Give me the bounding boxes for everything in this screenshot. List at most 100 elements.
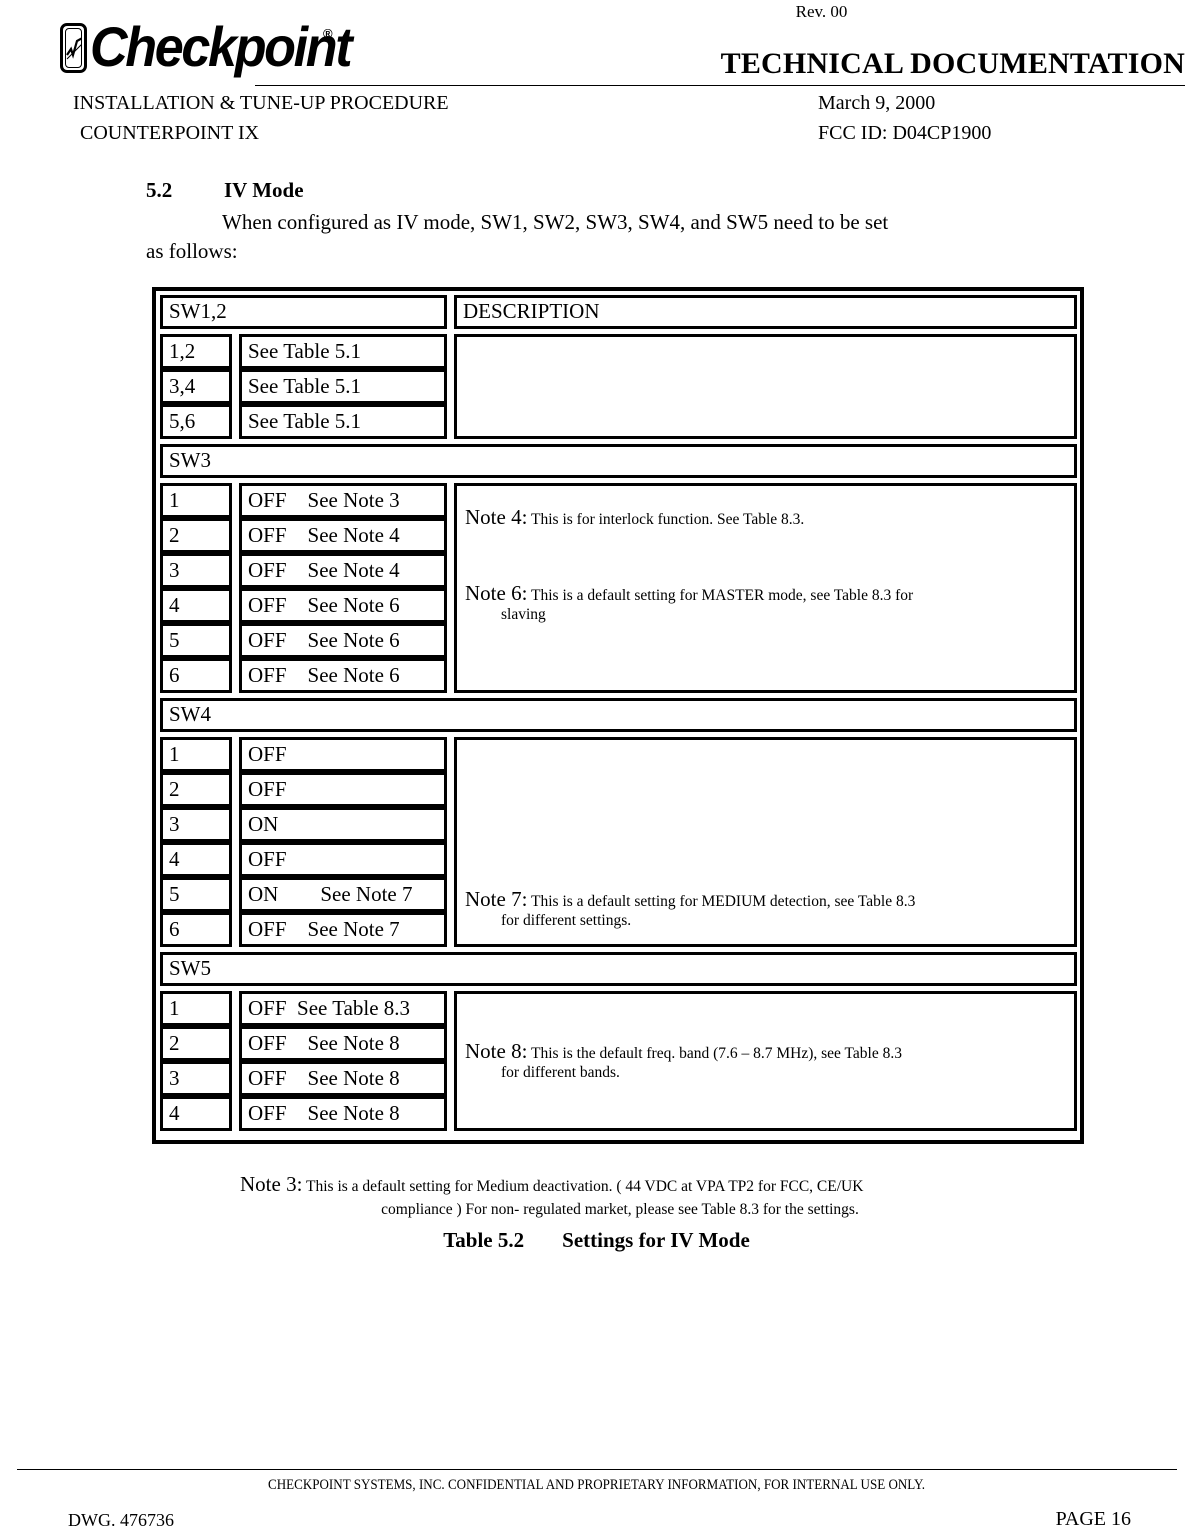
switch-number-cell: 2 xyxy=(160,1026,232,1061)
tag-icon xyxy=(60,23,87,73)
note-text-continuation: for different bands. xyxy=(501,1064,620,1081)
switch-value-column: OFF OFF ON OFF ON See Note 7 OFF See Note 7 xyxy=(239,737,447,947)
note-text: This is a default setting for MASTER mod… xyxy=(531,587,914,604)
switch-number-cell: 1,2 xyxy=(160,334,232,369)
switch-value-cell: ON See Note 7 xyxy=(239,877,447,912)
switch-group-label: SW4 xyxy=(160,698,1077,732)
switch-number-column: 1,2 3,4 5,6 xyxy=(160,334,232,439)
description-cell: Note 7: This is a default setting for ME… xyxy=(454,737,1077,947)
switch-number-cell: 6 xyxy=(160,658,232,693)
switch-value-cell: OFF See Note 6 xyxy=(239,623,447,658)
switch-block-body: 1 2 3 4 OFF See Table 8.3 OFF See Note 8 OFF S… xyxy=(160,991,1077,1131)
switch-number-cell: 5 xyxy=(160,877,232,912)
switch-block-header: SW5 xyxy=(160,952,1077,986)
fcc-id: FCC ID: D04CP1900 xyxy=(818,122,992,144)
footnote-note-3: Note 3: This is a default setting for Me… xyxy=(240,1173,1090,1221)
logo-wordmark: Checkpoint xyxy=(90,15,353,78)
switch-value-column: OFF See Table 8.3 OFF See Note 8 OFF See N… xyxy=(239,991,447,1131)
section-title: IV Mode xyxy=(224,178,304,202)
switch-value-cell: OFF xyxy=(239,772,447,807)
switch-block: SW3 1 2 3 4 5 6 OFF See Note 3 OFF See Note 4 OFF… xyxy=(160,444,1077,693)
note-text: This is a default setting for MEDIUM det… xyxy=(531,893,916,910)
description-column-header: DESCRIPTION xyxy=(454,295,1077,329)
switch-settings-columns: 1 2 3 4 5 6 OFF OFF ON OFF ON See Note 7 OFF See No… xyxy=(160,737,454,947)
switch-value-cell: OFF See Note 3 xyxy=(239,483,447,518)
switch-value-cell: OFF See Note 4 xyxy=(239,553,447,588)
footnote-line-2: compliance ) For non- regulated market, … xyxy=(381,1201,859,1218)
switch-value-cell: ON xyxy=(239,807,447,842)
switch-block-header: SW4 xyxy=(160,698,1077,732)
document-date: March 9, 2000 xyxy=(818,92,936,114)
switch-value-cell: See Table 5.1 xyxy=(239,369,447,404)
table-caption-text: Settings for IV Mode xyxy=(562,1228,750,1252)
note-text-continuation: slaving xyxy=(501,606,546,623)
footer-divider xyxy=(17,1469,1177,1470)
registered-trademark-icon: ® xyxy=(323,26,333,41)
switch-value-cell: OFF See Note 8 xyxy=(239,1096,447,1131)
switch-number-cell: 2 xyxy=(160,772,232,807)
footnote-label: Note 3: xyxy=(240,1172,303,1196)
switch-group-label: SW1,2 xyxy=(160,295,447,329)
switch-value-cell: OFF See Note 6 xyxy=(239,588,447,623)
note-paragraph: Note 6: This is a default setting for MA… xyxy=(465,581,1066,624)
switch-number-cell: 4 xyxy=(160,1096,232,1131)
switch-value-column: See Table 5.1 See Table 5.1 See Table 5.1 xyxy=(239,334,447,439)
switch-block: SW5 1 2 3 4 OFF See Table 8.3 OFF See Note 8 OF… xyxy=(160,952,1077,1131)
settings-table: SW1,2 DESCRIPTION 1,2 3,4 5,6 See Table 5.1 Se… xyxy=(152,287,1084,1144)
description-cell: Note 4: This is for interlock function. … xyxy=(454,483,1077,693)
note-text: This is the default freq. band (7.6 – 8.… xyxy=(531,1045,902,1062)
table-caption: Table 5.2 Settings for IV Mode xyxy=(0,1228,1193,1253)
switch-settings-columns: 1 2 3 4 5 6 OFF See Note 3 OFF See Note 4 OFF Se… xyxy=(160,483,454,693)
switch-group-label: SW3 xyxy=(160,444,1077,478)
switch-number-column: 123456 xyxy=(160,483,232,693)
switch-number-cell: 5 xyxy=(160,623,232,658)
switch-settings-columns: 1,2 3,4 5,6 See Table 5.1 See Table 5.1 See T… xyxy=(160,334,454,439)
header-divider xyxy=(255,85,1185,86)
switch-block: SW1,2 DESCRIPTION 1,2 3,4 5,6 See Table 5.1 Se… xyxy=(160,295,1077,439)
note-paragraph: Note 7: This is a default setting for ME… xyxy=(465,889,1066,930)
checkpoint-logo: Checkpoint ® xyxy=(60,15,353,80)
tag-icon-inner xyxy=(65,28,82,68)
note-label: Note 6: xyxy=(465,581,528,605)
switch-block-header: SW1,2 DESCRIPTION xyxy=(160,295,1077,329)
confidentiality-notice: CHECKPOINT SYSTEMS, INC. CONFIDENTIAL AN… xyxy=(268,1477,925,1493)
switch-group-label: SW5 xyxy=(160,952,1077,986)
switch-value-cell: OFF See Note 4 xyxy=(239,518,447,553)
note-paragraph: Note 4: This is for interlock function. … xyxy=(465,505,1066,529)
procedure-title: INSTALLATION & TUNE-UP PROCEDURE xyxy=(73,92,449,114)
switch-number-cell: 1 xyxy=(160,737,232,772)
switch-block-body: 1 2 3 4 5 6 OFF OFF ON OFF ON See Note 7 OFF See No… xyxy=(160,737,1077,947)
description-cell: Note 8: This is the default freq. band (… xyxy=(454,991,1077,1131)
switch-block-body: 1 2 3 4 5 6 OFF See Note 3 OFF See Note 4 OFF Se… xyxy=(160,483,1077,693)
product-name: COUNTERPOINT IX xyxy=(80,122,260,144)
switch-number-column: 1234 xyxy=(160,991,232,1131)
switch-value-cell: OFF See Note 8 xyxy=(239,1026,447,1061)
squiggle-check-icon xyxy=(66,37,81,60)
note-paragraph: Note 8: This is the default freq. band (… xyxy=(465,1039,1066,1082)
switch-block-header: SW3 xyxy=(160,444,1077,478)
switch-number-cell: 6 xyxy=(160,912,232,947)
switch-value-cell: OFF xyxy=(239,737,447,772)
switch-number-cell: 4 xyxy=(160,588,232,623)
switch-number-cell: 2 xyxy=(160,518,232,553)
switch-block-body: 1,2 3,4 5,6 See Table 5.1 See Table 5.1 See T… xyxy=(160,334,1077,439)
switch-value-cell: OFF xyxy=(239,842,447,877)
switch-value-cell: OFF See Note 7 xyxy=(239,912,447,947)
switch-number-cell: 3 xyxy=(160,1061,232,1096)
switch-number-cell: 5,6 xyxy=(160,404,232,439)
switch-number-cell: 3,4 xyxy=(160,369,232,404)
revision-value: Rev. 00 xyxy=(795,2,848,21)
note-text-continuation: for different settings. xyxy=(501,912,632,929)
footnote-line-1: This is a default setting for Medium dea… xyxy=(306,1178,864,1195)
switch-block: SW4 1 2 3 4 5 6 OFF OFF ON OFF ON See Note 7 OFF See… xyxy=(160,698,1077,947)
page-number: PAGE 16 xyxy=(1055,1508,1131,1530)
switch-value-cell: See Table 5.1 xyxy=(239,404,447,439)
section-number: 5.2 xyxy=(146,178,173,202)
note-label: Note 8: xyxy=(465,1039,528,1063)
description-cell xyxy=(454,334,1077,439)
note-label: Note 4: xyxy=(465,505,528,529)
switch-number-cell: 1 xyxy=(160,991,232,1026)
section-body-line-2: as follows: xyxy=(146,239,238,263)
note-text: This is for interlock function. See Tabl… xyxy=(531,511,805,528)
drawing-number: DWG. 476736 xyxy=(68,1510,174,1530)
